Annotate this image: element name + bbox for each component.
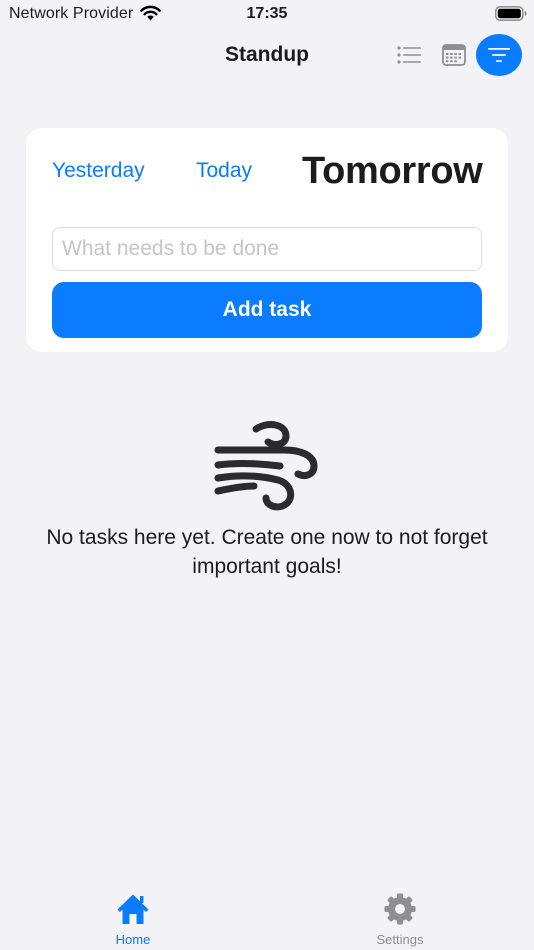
tab-home-label: Home <box>115 932 151 947</box>
home-icon <box>117 894 149 924</box>
wind-icon <box>214 421 318 511</box>
battery-icon <box>495 6 527 21</box>
navigation-bar: Standup <box>0 32 534 78</box>
day-tab-tomorrow[interactable]: Tomorrow <box>302 150 483 193</box>
list-icon <box>397 46 421 64</box>
gear-icon <box>384 893 416 925</box>
empty-state-message: No tasks here yet. Create one now to not… <box>46 526 488 578</box>
tab-home[interactable]: Home <box>73 884 193 950</box>
tab-settings-label: Settings <box>376 932 424 947</box>
calendar-icon <box>442 44 466 66</box>
task-input[interactable] <box>52 227 482 271</box>
calendar-button[interactable] <box>438 40 470 70</box>
day-tab-today[interactable]: Today <box>196 159 252 183</box>
day-tab-yesterday[interactable]: Yesterday <box>52 159 145 183</box>
status-time: 17:35 <box>246 5 288 22</box>
task-entry-card: Yesterday Today Tomorrow Add task <box>26 128 508 352</box>
filter-icon <box>488 48 510 62</box>
status-bar: Network Provider 17:35 <box>0 0 534 28</box>
tab-bar: Home Settings <box>0 884 534 950</box>
list-view-button[interactable] <box>393 41 425 69</box>
filter-button[interactable] <box>476 34 522 76</box>
standup-screen: Network Provider 17:35 Standup Yesterday… <box>0 0 534 950</box>
tab-settings[interactable]: Settings <box>340 884 460 950</box>
add-task-button[interactable]: Add task <box>52 282 482 338</box>
